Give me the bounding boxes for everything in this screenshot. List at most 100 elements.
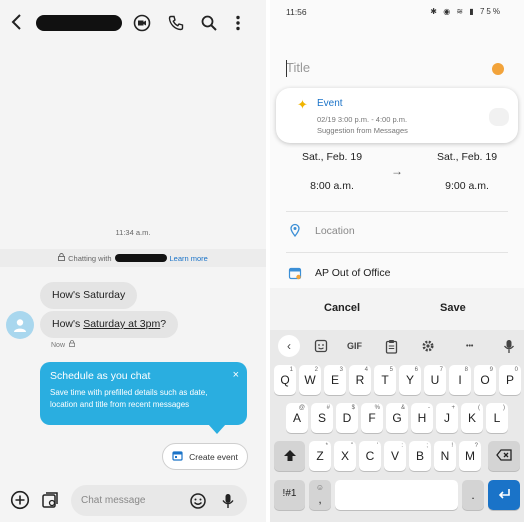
key-p[interactable]: 0P [499,365,521,395]
key-label: L [493,411,501,425]
key-x[interactable]: " X [334,441,356,471]
video-call-icon[interactable] [131,12,153,34]
redacted-contact [114,254,167,262]
key-v[interactable]: :V [384,441,406,471]
key-label: V [390,449,399,463]
chat-message-input[interactable]: Chat message [71,485,247,516]
text-cursor [286,60,287,77]
back-arrow-icon[interactable] [10,13,28,33]
more-icon[interactable]: ••• [466,338,473,354]
schedule-tip-popup: Schedule as you chat Save time with pref… [40,362,247,434]
key-label: F [368,411,376,425]
key-r[interactable]: 4R [349,365,371,395]
start-date[interactable]: Sat., Feb. 19 [292,151,372,163]
key-f[interactable]: % F [361,403,383,433]
key-i[interactable]: 8I [449,365,471,395]
collapse-toolbar-icon[interactable]: ‹ [278,335,300,357]
emoji-icon[interactable] [189,492,207,510]
key-e[interactable]: 3E [324,365,346,395]
location-field[interactable]: Location [315,225,355,237]
emoji-settings-icon: ☺ [315,483,325,492]
avatar[interactable] [6,311,34,339]
end-time[interactable]: 9:00 a.m. [427,180,507,192]
phone-icon[interactable] [165,12,187,34]
backspace-key[interactable] [488,441,520,471]
date-link[interactable]: Saturday at 3pm [83,318,160,330]
key-q[interactable]: 1Q [274,365,296,395]
cancel-button[interactable]: Cancel [324,302,360,314]
key-j[interactable]: + J [436,403,458,433]
gallery-icon[interactable] [38,488,62,512]
key-u[interactable]: 7U [424,365,446,395]
enter-key[interactable] [488,480,520,510]
suggestion-title: Event [317,98,343,109]
save-button[interactable]: Save [440,302,466,314]
tip-title: Schedule as you chat [50,370,151,382]
key-label: B [415,449,424,463]
message-status: Now [51,340,75,349]
key-a[interactable]: @ A [286,403,308,433]
keyboard-mic-icon[interactable] [503,338,515,354]
shift-key[interactable] [274,441,305,471]
status-icons: ✱ ◉ ≋ ▮ 75% [430,7,502,16]
key-l[interactable]: ) L [486,403,508,433]
period-key[interactable]: . [462,480,484,510]
redacted-contact-name [36,15,122,31]
key-b[interactable]: ; B [409,441,431,471]
divider [286,211,508,212]
keyboard: ‹ GIF ••• 1Q2W3E4R5T6Y7U8I9O0P @ A # S $ D% F &… [270,330,524,522]
calendar-event-screen: 11:56 ✱ ◉ ≋ ▮ 75% Title ✦ Event 02/19 3:… [270,0,524,522]
key-label: R [355,373,365,387]
start-time[interactable]: 8:00 a.m. [292,180,372,192]
close-icon[interactable]: × [233,369,239,381]
create-event-button[interactable]: Create event [162,443,248,470]
chatting-with-label: Chatting with [68,253,112,263]
more-options-icon[interactable] [227,12,249,34]
key-label: E [330,373,339,387]
key-label: M [465,449,475,463]
key-m[interactable]: ? M [459,441,481,471]
key-h[interactable]: -H [411,403,433,433]
key-z[interactable]: * Z [309,441,331,471]
title-input[interactable]: Title [286,60,310,75]
key-y[interactable]: 6Y [399,365,421,395]
settings-gear-icon[interactable] [421,338,435,354]
enter-icon [488,488,520,503]
key-s[interactable]: # S [311,403,333,433]
key-c[interactable]: ' C [359,441,381,471]
key-label: P [505,373,514,387]
search-icon[interactable] [198,12,220,34]
location-pin-icon [288,223,302,238]
key-t[interactable]: 5T [374,365,396,395]
comma-key[interactable]: ☺ , [309,480,331,510]
key-label: U [430,373,440,387]
message-text: ? [160,318,167,330]
calendar-selector[interactable]: AP Out of Office [315,267,390,279]
key-g[interactable]: & G [386,403,408,433]
key-o[interactable]: 9O [474,365,496,395]
symbols-key[interactable]: !#1 [274,480,305,510]
messages-screen: 11:34 a.m. Chatting with Learn more How'… [0,0,266,522]
sparkle-icon: ✦ [297,97,308,112]
key-n[interactable]: ! N [434,441,456,471]
key-label: W [304,373,316,387]
add-icon[interactable] [8,488,32,512]
sticker-icon[interactable] [314,338,328,354]
gif-button[interactable]: GIF [347,338,362,354]
space-key[interactable] [335,480,458,510]
end-date[interactable]: Sat., Feb. 19 [427,151,507,163]
learn-more-link[interactable]: Learn more [170,254,208,263]
message-bubble[interactable]: How's Saturday at 3pm? [40,311,179,338]
key-label: S [317,411,326,425]
event-suggestion-card[interactable]: ✦ Event 02/19 3:00 p.m. - 4:00 p.m. Sugg… [276,88,518,143]
clipboard-icon[interactable] [385,338,398,354]
color-picker-dot[interactable] [492,63,504,75]
calendar-icon [172,450,183,463]
key-w[interactable]: 2W [299,365,321,395]
suggestion-datetime: 02/19 3:00 p.m. - 4:00 p.m. [317,115,408,124]
key-d[interactable]: $ D [336,403,358,433]
microphone-icon[interactable] [219,492,237,510]
message-bubble[interactable]: How's Saturday [40,282,138,309]
suggestion-source: Suggestion from Messages [317,126,408,135]
key-k[interactable]: (K [461,403,483,433]
